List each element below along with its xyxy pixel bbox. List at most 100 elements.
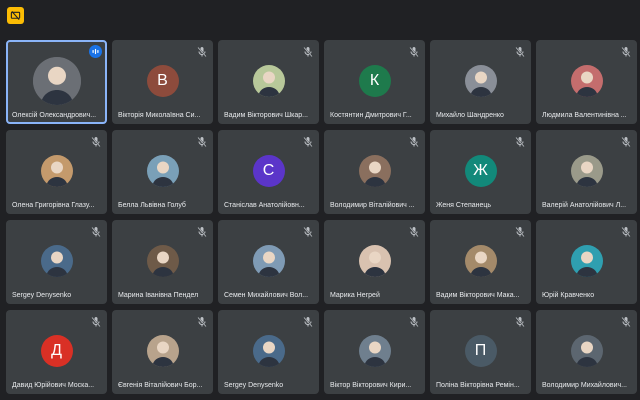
mic-off-icon bbox=[90, 135, 102, 147]
avatar bbox=[146, 245, 179, 277]
participant-name: Семен Михайлович Вол... bbox=[224, 292, 309, 299]
participant-grid: Олексій Олександрович... В Вікторія Микола… bbox=[6, 40, 637, 394]
participant-tile[interactable]: Вадим Вікторович Мака... bbox=[430, 220, 531, 304]
avatar-initial: В bbox=[157, 72, 168, 89]
participant-name: Євгенія Віталійович Бор... bbox=[118, 382, 203, 389]
participant-tile[interactable]: К Костянтин Дмитрович Г... bbox=[324, 40, 425, 124]
participant-name: Валерій Анатолійович Л... bbox=[542, 202, 627, 209]
avatar bbox=[32, 57, 81, 105]
participant-tile[interactable]: П Поліна Вікторівна Ремін... bbox=[430, 310, 531, 394]
participant-name: Михайло Шандренко bbox=[436, 112, 504, 119]
mic-off-icon bbox=[408, 45, 420, 57]
participant-name: Людмила Валентинівна ... bbox=[542, 112, 627, 119]
avatar: К bbox=[358, 65, 391, 97]
avatar bbox=[464, 65, 497, 97]
participant-tile[interactable]: Людмила Валентинівна ... bbox=[536, 40, 637, 124]
participant-name: Марина Іванівна Пендел bbox=[118, 292, 199, 299]
participant-name: Sergey Denysenko bbox=[12, 292, 72, 299]
avatar bbox=[252, 335, 285, 367]
avatar: В bbox=[146, 65, 179, 97]
avatar bbox=[40, 245, 73, 277]
avatar: Д bbox=[40, 335, 73, 367]
participant-tile[interactable]: Михайло Шандренко bbox=[430, 40, 531, 124]
avatar: Ж bbox=[464, 155, 497, 187]
avatar-initial: К bbox=[369, 72, 380, 89]
participant-name: Поліна Вікторівна Ремін... bbox=[436, 382, 520, 389]
mic-off-icon bbox=[408, 135, 420, 147]
participant-name: Давид Юрійович Моска... bbox=[12, 382, 95, 389]
participant-tile[interactable]: Марина Іванівна Пендел bbox=[112, 220, 213, 304]
avatar bbox=[570, 335, 603, 367]
participant-tile[interactable]: С Станіслав Анатолійовн... bbox=[218, 130, 319, 214]
participant-tile[interactable]: Ж Женя Степанець bbox=[430, 130, 531, 214]
participant-tile[interactable]: Sergey Denysenko bbox=[218, 310, 319, 394]
participant-tile[interactable]: Вадим Вікторович Шкар... bbox=[218, 40, 319, 124]
participant-name: Вікторія Миколаївна Си... bbox=[118, 112, 201, 119]
avatar bbox=[40, 155, 73, 187]
participant-tile[interactable]: Володимир Михайлович... bbox=[536, 310, 637, 394]
mic-off-icon bbox=[620, 315, 632, 327]
mic-off-icon bbox=[302, 315, 314, 327]
avatar-initial: П bbox=[474, 342, 487, 359]
mic-off-icon bbox=[196, 135, 208, 147]
mic-off-icon bbox=[620, 135, 632, 147]
participant-name: Белла Львівна Голуб bbox=[118, 202, 186, 209]
avatar bbox=[464, 245, 497, 277]
meeting-window: Олексій Олександрович... В Вікторія Микола… bbox=[0, 0, 640, 400]
mic-off-icon bbox=[196, 315, 208, 327]
participant-tile[interactable]: Віктор Вікторович Кири... bbox=[324, 310, 425, 394]
participant-name: Олена Григорівна Глазу... bbox=[12, 202, 95, 209]
mic-off-icon bbox=[514, 45, 526, 57]
mic-off-icon bbox=[302, 225, 314, 237]
participant-name: Марика Негрей bbox=[330, 292, 380, 299]
avatar-initial: Ж bbox=[473, 162, 488, 179]
mic-off-icon bbox=[514, 225, 526, 237]
participant-tile[interactable]: Юрій Кравченко bbox=[536, 220, 637, 304]
participant-tile[interactable]: Олена Григорівна Глазу... bbox=[6, 130, 107, 214]
avatar bbox=[358, 245, 391, 277]
participant-name: Костянтин Дмитрович Г... bbox=[330, 112, 412, 119]
participant-tile[interactable]: Sergey Denysenko bbox=[6, 220, 107, 304]
participant-tile[interactable]: Олексій Олександрович... bbox=[6, 40, 107, 124]
avatar bbox=[358, 155, 391, 187]
participant-tile[interactable]: Марика Негрей bbox=[324, 220, 425, 304]
avatar bbox=[146, 335, 179, 367]
avatar bbox=[570, 65, 603, 97]
mic-off-icon bbox=[514, 315, 526, 327]
participant-name: Юрій Кравченко bbox=[542, 292, 595, 299]
participant-name: Віктор Вікторович Кири... bbox=[330, 382, 412, 389]
avatar-initial: Д bbox=[51, 342, 62, 359]
mic-off-icon bbox=[408, 315, 420, 327]
participant-name: Вадим Вікторович Шкар... bbox=[224, 112, 308, 119]
avatar-initial: С bbox=[262, 162, 275, 179]
participant-tile[interactable]: Євгенія Віталійович Бор... bbox=[112, 310, 213, 394]
participant-tile[interactable]: Белла Львівна Голуб bbox=[112, 130, 213, 214]
mic-off-icon bbox=[90, 315, 102, 327]
avatar bbox=[252, 245, 285, 277]
participant-name: Женя Степанець bbox=[436, 202, 492, 209]
avatar bbox=[252, 65, 285, 97]
mic-off-icon bbox=[302, 45, 314, 57]
mic-off-icon bbox=[196, 225, 208, 237]
mic-off-icon bbox=[408, 225, 420, 237]
mic-off-icon bbox=[620, 225, 632, 237]
avatar bbox=[570, 245, 603, 277]
mic-off-icon bbox=[196, 45, 208, 57]
mic-off-icon bbox=[620, 45, 632, 57]
participant-tile[interactable]: Семен Михайлович Вол... bbox=[218, 220, 319, 304]
speaking-indicator-icon bbox=[89, 45, 102, 58]
participant-tile[interactable]: Валерій Анатолійович Л... bbox=[536, 130, 637, 214]
participant-tile[interactable]: Д Давид Юрійович Моска... bbox=[6, 310, 107, 394]
participant-name: Володимир Віталійович ... bbox=[330, 202, 415, 209]
participant-tile[interactable]: В Вікторія Миколаївна Си... bbox=[112, 40, 213, 124]
mic-off-icon bbox=[514, 135, 526, 147]
mic-off-icon bbox=[302, 135, 314, 147]
participant-tile[interactable]: Володимир Віталійович ... bbox=[324, 130, 425, 214]
participant-name: Володимир Михайлович... bbox=[542, 382, 627, 389]
avatar bbox=[146, 155, 179, 187]
present-to-all-off-icon[interactable] bbox=[7, 7, 24, 24]
participant-name: Sergey Denysenko bbox=[224, 382, 284, 389]
participant-name: Вадим Вікторович Мака... bbox=[436, 292, 520, 299]
mic-off-icon bbox=[90, 225, 102, 237]
participant-name: Станіслав Анатолійовн... bbox=[224, 202, 305, 209]
